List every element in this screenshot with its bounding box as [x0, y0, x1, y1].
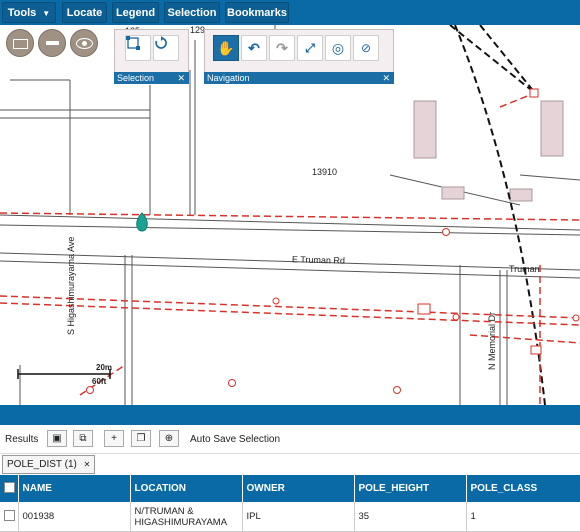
checkbox[interactable] [4, 509, 15, 521]
redo-arrow-icon: ↷ [276, 39, 288, 56]
auto-save-selection-label[interactable]: Auto Save Selection [190, 434, 280, 445]
results-label: Results [5, 434, 39, 445]
tools-label: Tools [7, 7, 37, 19]
tab-pole-dist[interactable]: POLE_DIST (1) ✕ [2, 455, 96, 474]
scale-label-feet: 60ft [92, 377, 107, 386]
row-select-cell[interactable] [0, 502, 19, 532]
partial-label-129: 129 [190, 25, 206, 35]
column-header-owner[interactable]: OWNER [242, 475, 355, 502]
chevron-down-icon: ▼ [42, 9, 51, 18]
next-extent-button[interactable]: ↷ [269, 35, 295, 61]
results-table: NAME LOCATION OWNER POLE_HEIGHT POLE_CLA… [0, 475, 580, 532]
navigation-panel: ✋ ↶ ↷ ⤢ ◎ ⊘ Navigation ✕ [204, 29, 394, 84]
select-all-header[interactable] [0, 475, 19, 502]
table-row[interactable]: 001938 N/TRUMAN & HIGASHIMURAYAMA IPL 35… [0, 502, 580, 532]
previous-extent-button[interactable]: ↶ [241, 35, 267, 61]
save-button[interactable]: ▣ [47, 430, 67, 447]
crosshair-icon: ◎ [331, 39, 345, 56]
results-panel: Results ▣ ⧉ + ❐ ⊕ Auto Save Selection PO… [0, 425, 580, 532]
checkbox[interactable] [4, 481, 15, 493]
selection-button[interactable]: Selection [164, 2, 220, 23]
results-tabs: POLE_DIST (1) ✕ [0, 454, 580, 474]
cell-pole-height: 35 [354, 502, 467, 532]
refresh-icon [155, 36, 167, 49]
close-icon[interactable]: ✕ [177, 72, 185, 84]
my-location-button[interactable]: ◎ [325, 35, 351, 61]
close-icon[interactable]: ✕ [84, 460, 91, 469]
minus-tool-button[interactable] [38, 29, 66, 57]
zoom-to-button[interactable]: ⧉ [73, 430, 93, 447]
street-label-memorial: N Memorial Dr [487, 311, 497, 370]
cell-location: N/TRUMAN & HIGASHIMURAYAMA [130, 502, 243, 532]
save-icon: ▣ [52, 433, 62, 444]
table-header-row: NAME LOCATION OWNER POLE_HEIGHT POLE_CLA… [0, 475, 580, 502]
legend-button[interactable]: Legend [112, 2, 159, 23]
column-header-pole-height[interactable]: POLE_HEIGHT [354, 475, 467, 502]
clear-selection-button[interactable] [153, 35, 179, 61]
location-off-icon: ⊘ [360, 41, 372, 55]
map-view[interactable]: 13910 E Truman Rd Truman S Higashimuraya… [0, 25, 580, 405]
cell-name: 001938 [18, 502, 131, 532]
street-label-truman-short: Truman [509, 264, 540, 274]
select-box-icon [126, 36, 140, 50]
navigation-panel-title: Navigation ✕ [204, 72, 394, 84]
close-icon[interactable]: ✕ [382, 72, 390, 84]
results-splitter[interactable] [0, 405, 580, 425]
download-button[interactable]: ⊕ [159, 430, 179, 447]
add-button[interactable]: + [104, 430, 124, 447]
hand-icon: ✋ [217, 39, 235, 56]
full-extent-button[interactable]: ⤢ [297, 35, 323, 61]
scale-label-meters: 20m [96, 363, 113, 372]
cell-owner: IPL [242, 502, 355, 532]
selection-panel-title: Selection ✕ [114, 72, 189, 84]
rectangle-tool-button[interactable] [6, 29, 34, 57]
parcel-label: 13910 [312, 167, 338, 177]
clear-location-button[interactable]: ⊘ [353, 35, 379, 61]
expand-icon: ⤢ [305, 40, 315, 55]
copy-icon: ❐ [136, 433, 146, 444]
visibility-tool-button[interactable] [70, 29, 98, 57]
cell-pole-class: 1 [466, 502, 580, 532]
column-header-location[interactable]: LOCATION [130, 475, 243, 502]
download-icon: ⊕ [164, 433, 174, 444]
locate-button[interactable]: Locate [62, 2, 107, 23]
results-toolbar: Results ▣ ⧉ + ❐ ⊕ Auto Save Selection [0, 425, 580, 454]
tools-menu-button[interactable]: Tools ▼ [2, 2, 56, 23]
plus-icon: + [111, 433, 117, 444]
copy-button[interactable]: ❐ [131, 430, 151, 447]
select-box-button[interactable] [125, 35, 151, 61]
undo-arrow-icon: ↶ [248, 39, 260, 56]
pan-button[interactable]: ✋ [213, 35, 239, 61]
minus-icon [46, 41, 59, 45]
bookmarks-button[interactable]: Bookmarks [225, 2, 289, 23]
zoom-icon: ⧉ [79, 433, 87, 444]
column-header-name[interactable]: NAME [18, 475, 131, 502]
selection-panel: Selection ✕ [114, 29, 189, 84]
rectangle-icon [13, 39, 28, 49]
street-label-higashimurayama: S Higashimurayama Ave [66, 236, 76, 335]
top-toolbar: Tools ▼ Locate Legend Selection Bookmarks [0, 0, 580, 26]
column-header-pole-class[interactable]: POLE_CLASS [466, 475, 580, 502]
street-label-truman: E Truman Rd [291, 254, 346, 266]
